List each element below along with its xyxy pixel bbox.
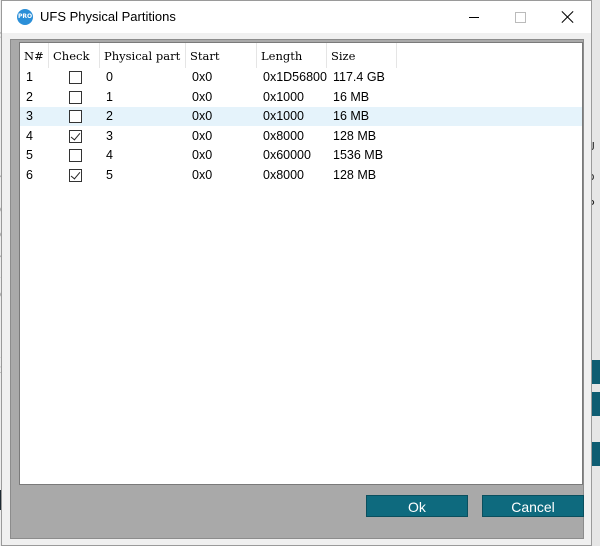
column-header-size[interactable]: Size bbox=[327, 43, 397, 68]
checkbox-unchecked[interactable] bbox=[69, 90, 82, 104]
column-header-check[interactable]: Check bbox=[49, 43, 100, 68]
checkbox-unchecked[interactable] bbox=[69, 149, 82, 162]
minimize-button[interactable] bbox=[451, 1, 497, 33]
table-row[interactable]: 6 5 0x0 0x8000 128 MB bbox=[20, 166, 582, 185]
table-row[interactable]: 5 4 0x0 0x60000 1536 MB bbox=[20, 146, 582, 165]
cell-start: 0x0 bbox=[192, 148, 213, 162]
checkbox-unchecked[interactable] bbox=[69, 71, 82, 84]
cell-number: 3 bbox=[26, 109, 33, 123]
cell-length: 0x60000 bbox=[263, 148, 311, 162]
window-title: UFS Physical Partitions bbox=[40, 9, 176, 24]
cell-physical-part: 1 bbox=[106, 89, 113, 104]
ufs-partitions-dialog: PRO UFS Physical Partitions N# Check Phy… bbox=[1, 0, 592, 546]
table-row[interactable]: 4 3 0x0 0x8000 128 MB bbox=[20, 127, 582, 146]
cell-start: 0x0 bbox=[192, 128, 213, 143]
maximize-icon bbox=[514, 11, 526, 23]
cell-size: 1536 MB bbox=[333, 148, 384, 162]
cell-size: 128 MB bbox=[333, 167, 377, 182]
cell-length: 0x1000 bbox=[263, 109, 305, 123]
cell-length: 0x1000 bbox=[263, 89, 305, 104]
cell-start: 0x0 bbox=[192, 109, 213, 123]
column-header-physical-part[interactable]: Physical part bbox=[100, 43, 186, 68]
table-row[interactable]: 3 2 0x0 0x1000 16 MB bbox=[20, 107, 582, 126]
cell-physical-part: 4 bbox=[106, 148, 113, 162]
cell-physical-part: 2 bbox=[106, 109, 113, 123]
cell-number: 5 bbox=[26, 148, 33, 162]
checkbox-checked[interactable] bbox=[69, 168, 82, 182]
app-pro-icon: PRO bbox=[17, 9, 33, 25]
close-icon bbox=[562, 11, 574, 23]
cell-size: 16 MB bbox=[333, 109, 370, 123]
cell-number: 1 bbox=[26, 70, 33, 84]
cell-length: 0x8000 bbox=[263, 167, 305, 182]
title-bar[interactable]: PRO UFS Physical Partitions bbox=[2, 1, 591, 33]
cell-physical-part: 3 bbox=[106, 128, 113, 143]
cell-length: 0x8000 bbox=[263, 128, 305, 143]
table-row[interactable]: 1 0 0x0 0x1D56800 117.4 GB bbox=[20, 68, 582, 87]
partitions-list[interactable]: N# Check Physical part Start Length Size… bbox=[19, 42, 583, 485]
cell-size: 117.4 GB bbox=[333, 70, 385, 84]
cell-number: 2 bbox=[26, 89, 33, 104]
minimize-icon bbox=[469, 16, 479, 18]
cell-length: 0x1D56800 bbox=[263, 70, 327, 84]
column-header-start[interactable]: Start bbox=[186, 43, 257, 68]
cell-size: 128 MB bbox=[333, 128, 377, 143]
table-row[interactable]: 2 1 0x0 0x1000 16 MB bbox=[20, 88, 582, 107]
cancel-button[interactable]: Cancel bbox=[482, 495, 584, 517]
cell-start: 0x0 bbox=[192, 89, 213, 104]
close-button[interactable] bbox=[545, 1, 591, 33]
cell-start: 0x0 bbox=[192, 167, 213, 182]
column-header-number[interactable]: N# bbox=[20, 43, 49, 68]
cell-physical-part: 0 bbox=[106, 70, 113, 84]
cell-start: 0x0 bbox=[192, 70, 213, 84]
cell-physical-part: 5 bbox=[106, 167, 113, 182]
cell-number: 6 bbox=[26, 167, 33, 182]
list-header: N# Check Physical part Start Length Size bbox=[20, 43, 582, 68]
checkmark-icon bbox=[70, 168, 81, 180]
maximize-button[interactable] bbox=[497, 1, 543, 33]
column-header-length[interactable]: Length bbox=[257, 43, 327, 68]
cell-size: 16 MB bbox=[333, 89, 370, 104]
checkbox-checked[interactable] bbox=[69, 129, 82, 143]
ok-button[interactable]: Ok bbox=[366, 495, 468, 517]
cell-number: 4 bbox=[26, 128, 33, 143]
checkbox-unchecked[interactable] bbox=[69, 110, 82, 123]
checkmark-icon bbox=[70, 129, 81, 141]
